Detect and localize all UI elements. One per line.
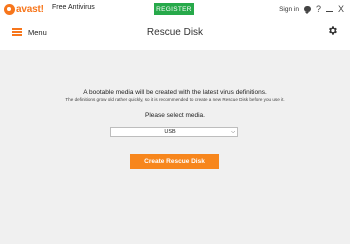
description-note: The definitions grow old rather quickly,… [65,97,285,102]
page-title: Rescue Disk [146,27,204,38]
title-bar: avast! Free Antivirus REGISTER Sign in ?… [0,0,350,18]
avast-logo-icon [4,3,15,15]
minimize-icon[interactable] [325,10,333,12]
header: Menu Rescue Disk [0,18,350,48]
create-rescue-disk-button[interactable]: Create Rescue Disk [130,154,219,169]
chevron-down-icon: ⌵ [231,129,235,135]
register-button[interactable]: REGISTER [154,3,194,15]
title-bar-controls: Sign in ? X [279,3,344,15]
product-name: Free Antivirus [52,4,95,11]
chat-icon[interactable] [303,6,311,14]
sign-in-link[interactable]: Sign in [279,6,299,13]
description-text: A bootable media will be created with th… [83,89,267,96]
gear-icon[interactable] [327,25,338,36]
media-select-value: USB [164,129,176,135]
avast-logo: avast! [4,3,44,15]
logo-text: avast! [16,3,44,15]
rescue-disk-panel: A bootable media will be created with th… [0,50,350,244]
close-icon[interactable]: X [338,4,344,14]
select-media-label: Please select media. [145,112,205,119]
help-icon[interactable]: ? [316,4,321,14]
media-select[interactable]: USB ⌵ [110,127,238,137]
